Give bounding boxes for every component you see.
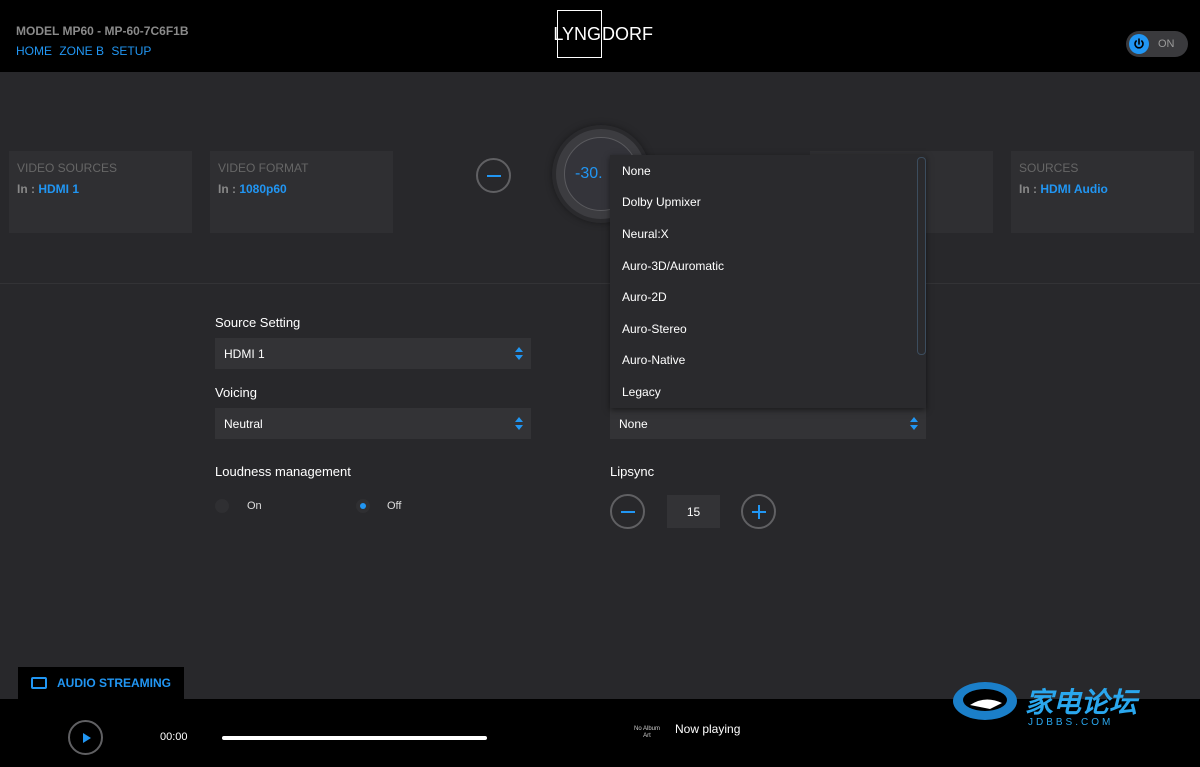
nav-zone-b[interactable]: ZONE B (59, 44, 104, 58)
sources-card[interactable]: SOURCES In : HDMI Audio (1011, 151, 1194, 233)
playback-progress-bar[interactable] (222, 736, 487, 740)
lyngdorf-logo: LYNG DORF (553, 10, 653, 58)
card-value-line: In : HDMI Audio (1019, 182, 1186, 196)
source-setting-label: Source Setting (215, 315, 301, 330)
watermark-subtext: JDBBS.COM (1028, 717, 1114, 728)
dropdown-option[interactable]: Auro-Native (610, 345, 926, 377)
card-prefix: In : (1019, 182, 1041, 196)
minus-icon (486, 174, 501, 177)
select-value: None (619, 416, 648, 431)
radio-selected-dot (360, 503, 366, 509)
loudness-off-label: Off (387, 500, 402, 512)
card-prefix: In : (17, 182, 39, 196)
playback-time: 00:00 (160, 731, 188, 743)
plus-icon-v (757, 504, 760, 519)
loudness-off-radio[interactable] (356, 499, 370, 513)
model-name: MODEL MP60 - MP-60-7C6F1B (16, 24, 189, 38)
lipsync-value[interactable]: 15 (667, 495, 720, 528)
main-nav: HOME ZONE B SETUP (16, 44, 155, 58)
card-value-line: In : HDMI 1 (17, 182, 184, 196)
dropdown-option[interactable]: Legacy (610, 376, 926, 408)
logo-rest-text: DORF (602, 23, 653, 44)
play-icon (83, 732, 91, 743)
loudness-label: Loudness management (215, 464, 351, 479)
voicing-select[interactable]: Neutral (215, 408, 531, 439)
audio-streaming-tab[interactable]: AUDIO STREAMING (18, 667, 184, 699)
video-sources-card[interactable]: VIDEO SOURCES In : HDMI 1 (9, 151, 192, 233)
card-title: VIDEO SOURCES (17, 161, 118, 175)
dropdown-scrollbar[interactable] (917, 157, 926, 355)
cast-icon (31, 677, 47, 689)
card-value: HDMI Audio (1040, 182, 1108, 196)
logo-boxed-text: LYNG (553, 10, 602, 58)
voicing-label: Voicing (215, 385, 257, 400)
lipsync-label: Lipsync (610, 464, 655, 479)
dropdown-option[interactable]: None (610, 155, 926, 187)
dropdown-option[interactable]: Dolby Upmixer (610, 187, 926, 219)
upmix-dropdown-list[interactable]: None Dolby Upmixer Neural:X Auro-3D/Auro… (610, 155, 926, 408)
card-title: VIDEO FORMAT (218, 161, 309, 175)
dropdown-option[interactable]: Auro-2D (610, 281, 926, 313)
volume-down-button[interactable] (476, 158, 511, 193)
card-value: 1080p60 (239, 182, 287, 196)
select-arrows-icon (910, 417, 918, 430)
dropdown-option[interactable]: Auro-Stereo (610, 313, 926, 345)
dropdown-option[interactable]: Neural:X (610, 218, 926, 250)
loudness-on-radio[interactable] (215, 499, 229, 513)
card-title: SOURCES (1019, 161, 1079, 175)
select-value: Neutral (224, 416, 263, 431)
card-value-line: In : 1080p60 (218, 182, 385, 196)
dropdown-option[interactable]: Auro-3D/Auromatic (610, 250, 926, 282)
nav-setup[interactable]: SETUP (111, 44, 151, 58)
play-button[interactable] (68, 720, 103, 755)
album-art-placeholder: No Album Art (633, 726, 660, 739)
watermark-text: 家电论坛 (1025, 687, 1138, 718)
section-divider (0, 283, 1200, 284)
select-value: HDMI 1 (224, 346, 265, 361)
nav-home[interactable]: HOME (16, 44, 52, 58)
watermark-logo-icon (953, 682, 1017, 720)
power-toggle[interactable]: ON (1126, 31, 1188, 57)
source-setting-select[interactable]: HDMI 1 (215, 338, 531, 369)
power-label: ON (1158, 38, 1175, 50)
card-prefix: In : (218, 182, 240, 196)
lipsync-decrease-button[interactable] (610, 494, 645, 529)
audio-streaming-label: AUDIO STREAMING (57, 676, 171, 690)
minus-icon (620, 510, 635, 513)
select-arrows-icon (515, 417, 523, 430)
jdbbs-watermark: 家电论坛 JDBBS.COM (950, 677, 1150, 737)
select-arrows-icon (515, 347, 523, 360)
now-playing-text: Now playing (675, 722, 741, 736)
upmix-select[interactable]: None (610, 408, 926, 439)
card-value: HDMI 1 (38, 182, 79, 196)
video-format-card[interactable]: VIDEO FORMAT In : 1080p60 (210, 151, 393, 233)
loudness-on-label: On (247, 500, 262, 512)
power-icon (1129, 34, 1149, 54)
top-header: MODEL MP60 - MP-60-7C6F1B HOME ZONE B SE… (0, 0, 1200, 72)
lipsync-increase-button[interactable] (741, 494, 776, 529)
